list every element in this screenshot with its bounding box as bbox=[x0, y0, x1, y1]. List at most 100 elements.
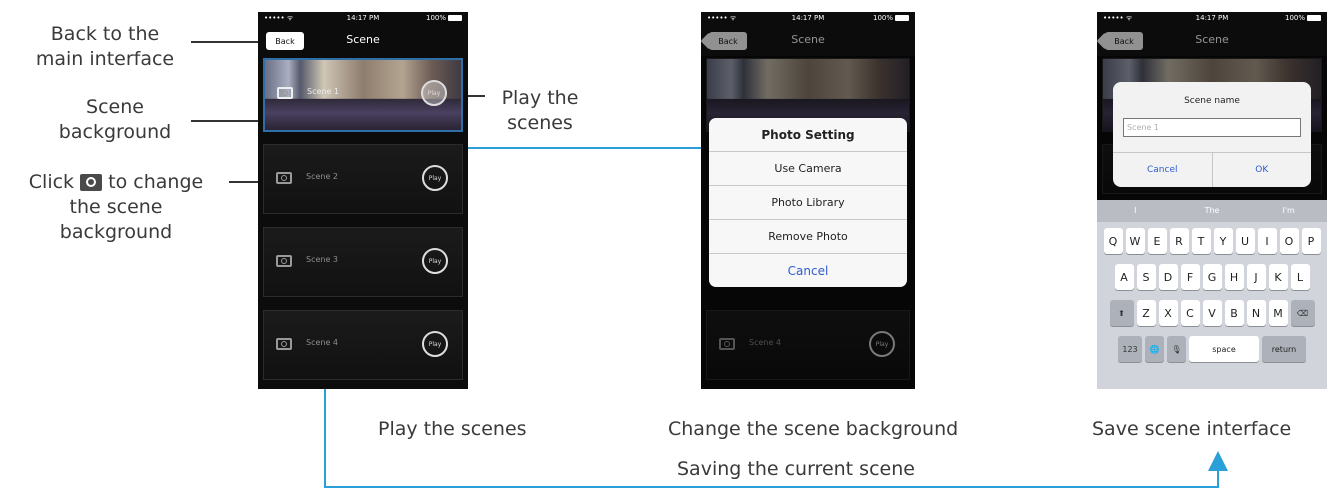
scene-label: Scene 3 bbox=[306, 255, 339, 264]
key[interactable]: Z bbox=[1136, 300, 1156, 326]
shift-key[interactable]: ⬆ bbox=[1109, 300, 1134, 326]
page-title: Scene bbox=[346, 33, 380, 46]
scene-background-annotation: Scene background bbox=[35, 95, 195, 145]
play-button[interactable]: Play bbox=[422, 248, 448, 274]
battery-icon bbox=[895, 15, 909, 21]
suggestion-item[interactable]: The bbox=[1174, 200, 1251, 222]
key[interactable]: R bbox=[1169, 228, 1189, 254]
suggestion-item[interactable]: I bbox=[1097, 200, 1174, 222]
use-camera-option[interactable]: Use Camera bbox=[709, 151, 907, 185]
key[interactable]: C bbox=[1180, 300, 1200, 326]
key[interactable]: A bbox=[1114, 264, 1134, 290]
key[interactable]: M bbox=[1268, 300, 1288, 326]
click-suffix: to change bbox=[108, 171, 204, 193]
scene-bg-annotation-line1: Scene bbox=[86, 96, 144, 118]
key[interactable]: L bbox=[1290, 264, 1310, 290]
key[interactable]: Y bbox=[1213, 228, 1233, 254]
key[interactable]: H bbox=[1224, 264, 1244, 290]
key[interactable]: W bbox=[1125, 228, 1145, 254]
keyboard: I The I'm Q W E R T Y U I O P A S D F G … bbox=[1097, 200, 1327, 389]
ok-button[interactable]: OK bbox=[1213, 153, 1312, 187]
caption-saving-scene: Saving the current scene bbox=[677, 458, 915, 480]
microphone-icon[interactable]: 🎙 bbox=[1167, 336, 1186, 362]
return-key[interactable]: return bbox=[1262, 336, 1306, 362]
delete-key[interactable]: ⌫ bbox=[1290, 300, 1315, 326]
status-bar: ••••• ᯤ 14:17 PM 100% bbox=[258, 12, 468, 24]
numbers-key[interactable]: 123 bbox=[1118, 336, 1142, 362]
caption-save-scene: Save scene interface bbox=[1092, 418, 1292, 440]
scene-row-4[interactable]: Scene 4 Play bbox=[263, 310, 463, 380]
click-annotation-line2: the scene bbox=[69, 196, 163, 218]
phone-save-scene: ••••• ᯤ 14:17 PM 100% Back Scene Scene n… bbox=[1097, 12, 1327, 389]
keyboard-row-4: 123 🌐 🎙 space return bbox=[1097, 336, 1327, 362]
remove-photo-option[interactable]: Remove Photo bbox=[709, 219, 907, 253]
scene-label: Scene 2 bbox=[306, 172, 339, 181]
keyboard-row-3: ⬆ Z X C V B N M ⌫ bbox=[1097, 300, 1327, 326]
key[interactable]: G bbox=[1202, 264, 1222, 290]
key[interactable]: O bbox=[1279, 228, 1299, 254]
key[interactable]: Q bbox=[1103, 228, 1123, 254]
camera-icon[interactable] bbox=[277, 87, 293, 99]
key[interactable]: X bbox=[1158, 300, 1178, 326]
key[interactable]: I bbox=[1257, 228, 1277, 254]
key[interactable]: N bbox=[1246, 300, 1266, 326]
signal-indicator: ••••• ᯤ bbox=[1103, 13, 1133, 22]
play-button[interactable]: Play bbox=[422, 165, 448, 191]
back-annotation-line1: Back to the bbox=[50, 23, 160, 45]
key[interactable]: V bbox=[1202, 300, 1222, 326]
scene-row-2[interactable]: Scene 2 Play bbox=[263, 144, 463, 214]
suggestion-bar: I The I'm bbox=[1097, 200, 1327, 222]
dialog-title: Scene name bbox=[1184, 96, 1240, 106]
scene-row-3[interactable]: Scene 3 Play bbox=[263, 227, 463, 297]
scene-label: Scene 1 bbox=[307, 87, 340, 96]
key[interactable]: D bbox=[1158, 264, 1178, 290]
phone-scene-list: ••••• ᯤ 14:17 PM 100% Back Scene Scene 1… bbox=[258, 12, 468, 389]
play-annotation-line2: scenes bbox=[507, 112, 573, 134]
nav-bar: Back Scene bbox=[1097, 26, 1327, 56]
space-key[interactable]: space bbox=[1189, 336, 1259, 362]
camera-icon bbox=[80, 174, 103, 191]
cancel-button[interactable]: Cancel bbox=[709, 253, 907, 287]
back-annotation-line2: main interface bbox=[35, 48, 175, 70]
scene-label: Scene 4 bbox=[306, 338, 339, 347]
scene-row-1[interactable]: Scene 1 Play bbox=[263, 58, 463, 132]
caption-play-scenes: Play the scenes bbox=[378, 418, 527, 440]
play-button[interactable]: Play bbox=[422, 331, 448, 357]
keyboard-row-1: Q W E R T Y U I O P bbox=[1097, 228, 1327, 254]
key[interactable]: B bbox=[1224, 300, 1244, 326]
battery-icon bbox=[448, 15, 462, 21]
nav-bar: Back Scene bbox=[701, 26, 915, 56]
signal-indicator: ••••• ᯤ bbox=[707, 13, 737, 22]
scene-name-input[interactable]: Scene 1 bbox=[1123, 118, 1301, 137]
scene-name-dialog: Scene name Scene 1 Cancel OK bbox=[1113, 82, 1311, 187]
key[interactable]: S bbox=[1136, 264, 1156, 290]
key[interactable]: J bbox=[1246, 264, 1266, 290]
cancel-button[interactable]: Cancel bbox=[1113, 153, 1213, 187]
click-annotation-line1: Click to change bbox=[6, 170, 226, 195]
key[interactable]: P bbox=[1301, 228, 1321, 254]
photo-setting-sheet: Photo Setting Use Camera Photo Library R… bbox=[709, 118, 907, 287]
page-title: Scene bbox=[791, 33, 825, 46]
key[interactable]: U bbox=[1235, 228, 1255, 254]
globe-icon[interactable]: 🌐 bbox=[1145, 336, 1164, 362]
phone-photo-setting: ••••• ᯤ 14:17 PM 100% Back Scene Scene 4… bbox=[701, 12, 915, 389]
key[interactable]: F bbox=[1180, 264, 1200, 290]
photo-library-option[interactable]: Photo Library bbox=[709, 185, 907, 219]
suggestion-item[interactable]: I'm bbox=[1250, 200, 1327, 222]
camera-icon[interactable] bbox=[276, 255, 292, 267]
play-button[interactable]: Play bbox=[421, 80, 447, 106]
camera-icon[interactable] bbox=[276, 172, 292, 184]
sheet-title: Photo Setting bbox=[761, 127, 855, 142]
scene-bg-annotation-line2: background bbox=[58, 121, 172, 143]
key[interactable]: T bbox=[1191, 228, 1211, 254]
camera-icon[interactable] bbox=[276, 338, 292, 350]
back-annotation: Back to the main interface bbox=[20, 22, 190, 72]
nav-bar: Back Scene bbox=[258, 26, 468, 56]
battery-indicator: 100% bbox=[1285, 14, 1321, 22]
status-time: 14:17 PM bbox=[1195, 14, 1229, 22]
play-annotation-line1: Play the bbox=[501, 87, 579, 109]
click-prefix: Click bbox=[28, 171, 75, 193]
caption-change-background: Change the scene background bbox=[668, 418, 959, 440]
key[interactable]: K bbox=[1268, 264, 1288, 290]
key[interactable]: E bbox=[1147, 228, 1167, 254]
